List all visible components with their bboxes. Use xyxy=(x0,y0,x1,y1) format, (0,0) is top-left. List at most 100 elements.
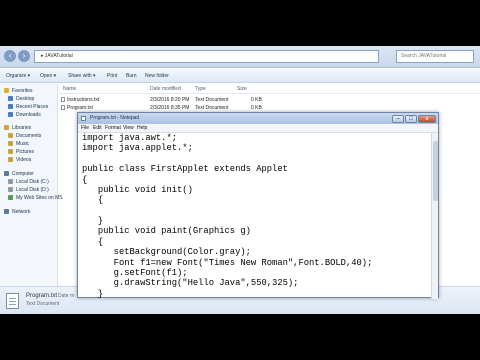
new-folder-button[interactable]: New folder xyxy=(145,69,169,83)
file-name: Instructions.txt xyxy=(61,96,99,104)
sidebar-item-computer[interactable]: Computer xyxy=(4,170,34,178)
details-file-type: Text Document xyxy=(26,301,60,307)
text-file-icon xyxy=(61,97,65,103)
sidebar-item-documents[interactable]: Documents xyxy=(8,132,41,140)
menu-edit[interactable]: Edit xyxy=(93,124,102,133)
column-type[interactable]: Type xyxy=(195,84,206,94)
desktop-icon xyxy=(8,96,13,102)
sidebar-item-recent-places[interactable]: Recent Places xyxy=(8,103,48,111)
documents-icon xyxy=(8,133,13,139)
maximize-button[interactable]: □ xyxy=(405,115,417,123)
menu-help[interactable]: Help xyxy=(137,124,147,133)
file-size: 0 KB xyxy=(251,97,262,103)
forward-icon[interactable]: › xyxy=(18,50,30,62)
sidebar-item-label: Favorites xyxy=(12,88,33,94)
web-icon xyxy=(8,195,13,201)
share-with-button[interactable]: Share with ▾ xyxy=(68,69,96,83)
explorer-nav-bar: ‹ › ▸ JAVATutorial Search JAVATutorial xyxy=(0,46,480,68)
scrollbar-thumb[interactable] xyxy=(433,141,438,201)
file-type: Text Document xyxy=(195,105,229,111)
menu-format[interactable]: Format xyxy=(105,124,121,133)
details-date-label: Date m xyxy=(58,293,75,299)
sidebar-item-label: My Web Sites on MS xyxy=(16,195,63,201)
organize-button[interactable]: Organize ▾ xyxy=(6,69,30,83)
notepad-menu-bar: File Edit Format View Help xyxy=(78,124,438,133)
sidebar-item-label: Videos xyxy=(16,157,32,163)
code-line: } xyxy=(82,288,104,299)
burn-button[interactable]: Burn xyxy=(126,69,137,83)
sidebar-item-label: Recent Places xyxy=(16,104,49,110)
search-input[interactable]: Search JAVATutorial xyxy=(396,50,474,63)
notepad-title-bar[interactable]: Program.txt - Notepad – □ x xyxy=(78,113,438,124)
file-size: 0 KB xyxy=(251,105,262,111)
sidebar-item-label: Network xyxy=(12,209,31,215)
text-file-icon xyxy=(61,105,65,111)
column-name[interactable]: Name xyxy=(63,84,76,94)
text-file-icon xyxy=(6,293,19,309)
file-date: 2/3/2016 8:35 PM xyxy=(150,105,190,111)
close-button[interactable]: x xyxy=(418,115,436,123)
details-file-name: Program.txt xyxy=(26,293,58,299)
address-bar[interactable]: ▸ JAVATutorial xyxy=(34,50,379,63)
recent-icon xyxy=(8,104,13,110)
disk-icon xyxy=(8,179,13,185)
open-button[interactable]: Open ▾ xyxy=(40,69,56,83)
sidebar-item-label: Local Disk (C:) xyxy=(16,179,49,185)
vertical-scrollbar[interactable] xyxy=(431,133,438,299)
notepad-title: Program.txt - Notepad xyxy=(90,115,140,121)
sidebar-item-videos[interactable]: Videos xyxy=(8,156,31,164)
code-line: g.setFont(f1); xyxy=(82,267,188,278)
file-type: Text Document xyxy=(195,97,229,103)
code-line: public void init() xyxy=(82,184,193,195)
sidebar-item-downloads[interactable]: Downloads xyxy=(8,111,41,119)
file-list-header: Name Date modified Type Size xyxy=(59,84,480,94)
column-size[interactable]: Size xyxy=(237,84,247,94)
back-icon[interactable]: ‹ xyxy=(4,50,16,62)
code-line: { xyxy=(82,195,104,206)
download-icon xyxy=(8,112,13,118)
sidebar-item-pictures[interactable]: Pictures xyxy=(8,148,34,156)
sidebar-item-label: Pictures xyxy=(16,149,35,155)
notepad-text-area[interactable]: import java.awt.*; import java.applet.*;… xyxy=(78,133,433,299)
code-line: g.drawString("Hello Java",550,325); xyxy=(82,278,299,289)
sidebar-item-desktop[interactable]: Desktop xyxy=(8,95,34,103)
computer-icon xyxy=(4,171,9,177)
sidebar-item-web-sites[interactable]: My Web Sites on MS xyxy=(8,194,63,202)
sidebar-item-libraries[interactable]: Libraries xyxy=(4,124,31,132)
sidebar-item-music[interactable]: Music xyxy=(8,140,29,148)
minimize-button[interactable]: – xyxy=(392,115,404,123)
pictures-icon xyxy=(8,149,13,155)
print-button[interactable]: Print xyxy=(107,69,117,83)
sidebar-item-local-disk-d[interactable]: Local Disk (D:) xyxy=(8,186,49,194)
file-row[interactable]: Program.txt 2/3/2016 8:35 PM Text Docume… xyxy=(59,104,480,112)
sidebar-item-label: Desktop xyxy=(16,96,35,102)
file-name: Program.txt xyxy=(61,104,93,112)
sidebar-item-label: Documents xyxy=(16,133,42,139)
notepad-window[interactable]: Program.txt - Notepad – □ x File Edit Form… xyxy=(77,112,439,299)
code-line: public class FirstApplet extends Applet xyxy=(82,164,288,175)
sidebar-item-local-disk-c[interactable]: Local Disk (C:) xyxy=(8,178,49,186)
navigation-pane: Favorites Desktop Recent Places Download… xyxy=(0,84,63,314)
menu-file[interactable]: File xyxy=(81,124,89,133)
library-icon xyxy=(4,125,9,131)
code-line: public void paint(Graphics g) xyxy=(82,226,251,237)
column-date-modified[interactable]: Date modified xyxy=(150,84,181,94)
code-line: { xyxy=(82,236,104,247)
code-line: { xyxy=(82,174,88,185)
sidebar-item-label: Local Disk (D:) xyxy=(16,187,49,193)
menu-view[interactable]: View xyxy=(123,124,134,133)
file-row[interactable]: Instructions.txt 2/3/2016 8:20 PM Text D… xyxy=(59,96,480,104)
sidebar-item-network[interactable]: Network xyxy=(4,208,30,216)
file-date: 2/3/2016 8:20 PM xyxy=(150,97,190,103)
sidebar-item-label: Downloads xyxy=(16,112,41,118)
code-line: import java.applet.*; xyxy=(82,143,193,154)
code-line: } xyxy=(82,216,104,226)
desktop-screen: ‹ › ▸ JAVATutorial Search JAVATutorial O… xyxy=(0,46,480,314)
sidebar-item-label: Libraries xyxy=(12,125,32,131)
explorer-toolbar: Organize ▾ Open ▾ Share with ▾ Print Bur… xyxy=(0,69,480,83)
videos-icon xyxy=(8,157,13,163)
sidebar-item-label: Music xyxy=(16,141,30,147)
sidebar-item-favorites[interactable]: Favorites xyxy=(4,87,33,95)
code-line: setBackground(Color.gray); xyxy=(82,247,251,258)
star-icon xyxy=(4,88,9,94)
